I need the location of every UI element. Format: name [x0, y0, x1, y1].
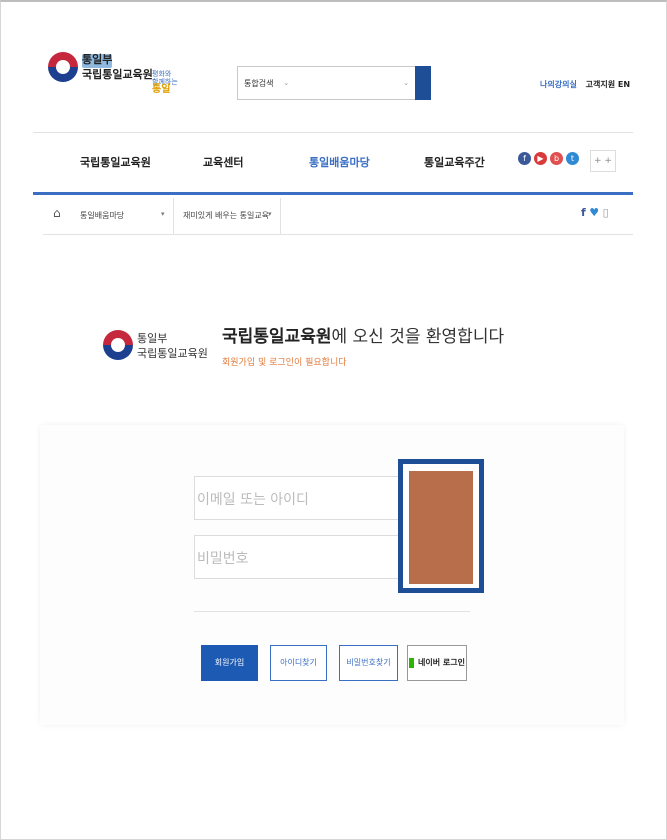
logo-ministry: 통일부 — [82, 53, 113, 66]
breadcrumb-level1[interactable]: 통일배움마당 — [80, 210, 124, 221]
english-link[interactable]: EN — [618, 80, 630, 89]
password-field[interactable]: 비밀번호 — [194, 535, 399, 579]
breadcrumb-level2[interactable]: 재미있게 배우는 통일교육 — [183, 210, 269, 221]
home-icon[interactable]: ⌂ — [53, 206, 61, 220]
search-button[interactable] — [415, 66, 431, 100]
twitter-icon[interactable]: t — [566, 152, 579, 165]
blog-icon[interactable]: b — [550, 152, 563, 165]
chevron-down-icon[interactable]: ▾ — [161, 210, 165, 218]
government-emblem-icon — [103, 330, 133, 360]
naver-icon — [409, 657, 415, 668]
naver-login-button[interactable]: 네이버 로그인 — [407, 645, 467, 681]
search-bar: 통합검색 ⌄ ⌄ — [237, 66, 431, 100]
site-logo[interactable]: 통일부 국립통일교육원 — [48, 52, 153, 82]
divider — [33, 132, 633, 133]
nav-item-learning[interactable]: 통일배움마당 — [309, 154, 370, 170]
chevron-down-icon: ⌄ — [403, 79, 410, 87]
chevron-down-icon[interactable]: ▾ — [268, 210, 272, 218]
welcome-subtitle: 회원가입 및 로그인이 필요합니다 — [222, 358, 347, 368]
slogan-badge: 평화와 함께하는 통일 — [152, 70, 178, 95]
nav-item-institute[interactable]: 국립통일교육원 — [80, 154, 151, 170]
my-classroom-link[interactable]: 나의강의실 — [540, 80, 577, 89]
twitter-share-icon[interactable]: ♥ — [589, 206, 599, 219]
youtube-icon[interactable]: ▶ — [534, 152, 547, 165]
find-id-button[interactable]: 아이디찾기 — [270, 645, 327, 681]
customer-support-link[interactable]: 고객지원 — [586, 80, 615, 89]
id-field[interactable]: 이메일 또는 아이디 — [194, 476, 399, 520]
join-button[interactable]: 회원가입 — [201, 645, 258, 681]
print-icon[interactable]: ▯ — [603, 206, 609, 219]
divider — [194, 611, 470, 612]
search-input[interactable] — [289, 67, 404, 99]
nav-underline — [33, 192, 633, 195]
more-menu-button[interactable]: + + — [590, 150, 616, 172]
search-category-select[interactable]: 통합검색 — [238, 78, 279, 89]
sns-links: f ▶ b t — [518, 152, 579, 165]
find-password-button[interactable]: 비밀번호찾기 — [339, 645, 398, 681]
facebook-share-icon[interactable]: f — [581, 206, 586, 219]
logo-institute: 국립통일교육원 — [82, 68, 153, 81]
government-emblem-icon — [48, 52, 78, 82]
share-icons: f ♥ ▯ — [581, 206, 609, 219]
nav-item-education-center[interactable]: 교육센터 — [203, 154, 243, 170]
utility-links: 나의강의실 고객지원 EN — [540, 79, 630, 90]
breadcrumb: ⌂ 통일배움마당 ▾ 재미있게 배우는 통일교육 ▾ f ♥ ▯ — [43, 198, 633, 235]
facebook-icon[interactable]: f — [518, 152, 531, 165]
redacted-login-button[interactable] — [398, 459, 484, 593]
welcome-title: 국립통일교육원에 오신 것을 환영합니다 — [222, 327, 505, 347]
nav-item-education-week[interactable]: 통일교육주간 — [424, 154, 485, 170]
welcome-logo: 통일부 국립통일교육원 — [137, 332, 208, 360]
